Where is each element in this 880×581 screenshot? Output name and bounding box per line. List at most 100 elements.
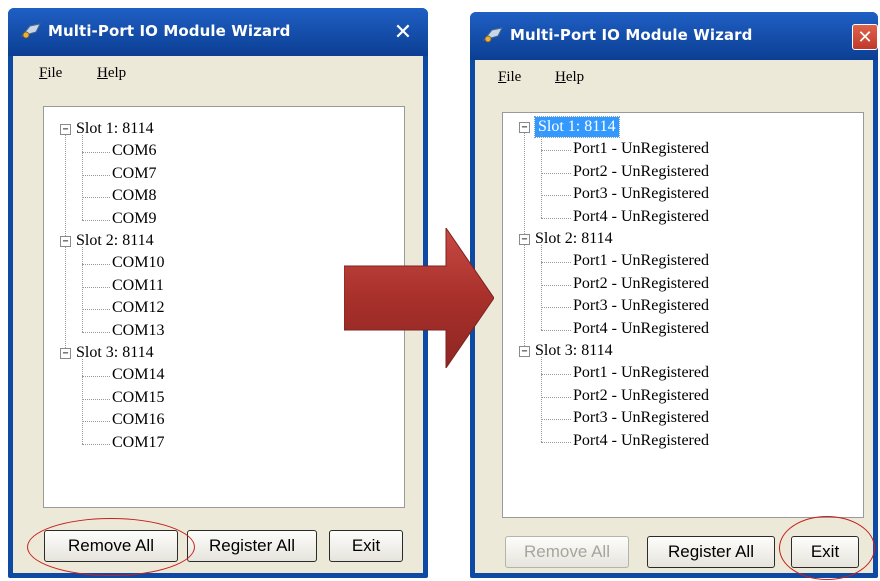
tree-connector bbox=[541, 396, 571, 398]
tree-port-item[interactable]: COM9 bbox=[112, 209, 156, 229]
tree-connector bbox=[65, 135, 66, 236]
tree-connector bbox=[82, 219, 110, 221]
collapse-icon[interactable]: − bbox=[60, 124, 71, 135]
wizard-app-icon bbox=[482, 27, 503, 43]
remove-all-button[interactable]: Remove All bbox=[505, 536, 629, 568]
collapse-icon[interactable]: − bbox=[519, 346, 530, 357]
tree-connector bbox=[65, 247, 66, 348]
window-title: Multi-Port IO Module Wizard bbox=[48, 22, 291, 40]
tree-connector bbox=[541, 419, 571, 421]
tree-slot-label[interactable]: Slot 3: 8114 bbox=[535, 341, 613, 361]
menu-help[interactable]: Help bbox=[97, 65, 126, 82]
tree-port-item[interactable]: COM15 bbox=[112, 388, 164, 408]
tree-connector bbox=[82, 174, 110, 176]
tree-connector bbox=[82, 152, 110, 154]
menu-file-rest: ile bbox=[47, 65, 63, 81]
collapse-icon[interactable]: − bbox=[60, 236, 71, 247]
tree-port-item[interactable]: Port2 - UnRegistered bbox=[573, 274, 709, 294]
tree-connector bbox=[82, 309, 110, 311]
menu-help-accel: H bbox=[97, 65, 108, 81]
tree-port-item[interactable]: COM10 bbox=[112, 253, 164, 273]
tree-slot-label[interactable]: Slot 3: 8114 bbox=[76, 343, 154, 363]
tree-port-item[interactable]: COM12 bbox=[112, 298, 164, 318]
tree-connector bbox=[524, 133, 525, 234]
tree-slot-label[interactable]: Slot 1: 8114 bbox=[534, 116, 620, 138]
title-bar: Multi-Port IO Module Wizard ✕ bbox=[8, 8, 428, 56]
tree-connector bbox=[82, 398, 110, 400]
tree-connector bbox=[541, 307, 571, 309]
tree-connector bbox=[541, 245, 542, 330]
tree-port-item[interactable]: Port3 - UnRegistered bbox=[573, 296, 709, 316]
exit-button[interactable]: Exit bbox=[329, 530, 403, 562]
tree-slot-label[interactable]: Slot 2: 8114 bbox=[535, 229, 613, 249]
window-title: Multi-Port IO Module Wizard bbox=[510, 26, 753, 44]
tree-port-item[interactable]: Port2 - UnRegistered bbox=[573, 162, 709, 182]
tree-port-item[interactable]: COM16 bbox=[112, 410, 164, 430]
tree-slot-label[interactable]: Slot 2: 8114 bbox=[76, 231, 154, 251]
tree-connector bbox=[541, 172, 571, 174]
menu-bar: File Help bbox=[13, 56, 423, 90]
tree-port-item[interactable]: Port4 - UnRegistered bbox=[573, 207, 709, 227]
menu-file-rest: ile bbox=[506, 69, 522, 85]
remove-all-button[interactable]: Remove All bbox=[44, 530, 178, 562]
tree-port-item[interactable]: COM14 bbox=[112, 365, 164, 385]
tree-port-item[interactable]: COM13 bbox=[112, 321, 164, 341]
close-icon[interactable]: ✕ bbox=[390, 20, 416, 45]
tree-connector bbox=[541, 284, 571, 286]
tree-connector bbox=[524, 245, 525, 346]
tree-connector bbox=[541, 150, 571, 152]
tree-port-item[interactable]: Port3 - UnRegistered bbox=[573, 408, 709, 428]
tree-connector bbox=[82, 359, 83, 444]
tree-connector bbox=[82, 197, 110, 199]
tree-connector bbox=[82, 421, 110, 423]
close-icon[interactable]: ✕ bbox=[852, 24, 878, 50]
tree-connector bbox=[541, 441, 571, 443]
register-all-button[interactable]: Register All bbox=[187, 530, 317, 562]
collapse-icon[interactable]: − bbox=[519, 122, 530, 133]
tree-port-item[interactable]: Port1 - UnRegistered bbox=[573, 139, 709, 159]
tree-port-item[interactable]: COM8 bbox=[112, 186, 156, 206]
tree-port-item[interactable]: COM6 bbox=[112, 141, 156, 161]
window-client: File Help − Slot 1: 8114 Port1 - UnRegiste… bbox=[475, 60, 875, 580]
exit-button[interactable]: Exit bbox=[791, 536, 859, 568]
collapse-icon[interactable]: − bbox=[60, 348, 71, 359]
tree-connector bbox=[541, 374, 571, 376]
menu-help-rest: elp bbox=[565, 69, 585, 85]
tree-connector bbox=[82, 286, 110, 288]
wizard-window-after: Multi-Port IO Module Wizard ✕ File Help … bbox=[470, 12, 878, 580]
menu-help-accel: H bbox=[555, 69, 566, 85]
tree-connector bbox=[541, 262, 571, 264]
tree-port-item[interactable]: Port1 - UnRegistered bbox=[573, 363, 709, 383]
tree-connector bbox=[82, 247, 83, 332]
tree-port-item[interactable]: Port2 - UnRegistered bbox=[573, 386, 709, 406]
menu-help[interactable]: Help bbox=[555, 69, 584, 86]
tree-port-item[interactable]: COM11 bbox=[112, 276, 164, 296]
menu-file[interactable]: File bbox=[498, 69, 521, 86]
tree-port-item[interactable]: Port3 - UnRegistered bbox=[573, 184, 709, 204]
menu-file[interactable]: File bbox=[39, 65, 62, 82]
tree-connector bbox=[541, 195, 571, 197]
tree-connector bbox=[82, 443, 110, 445]
tree-connector bbox=[541, 133, 542, 218]
right-arrow-icon bbox=[344, 228, 494, 368]
tree-slot-label[interactable]: Slot 1: 8114 bbox=[76, 119, 154, 139]
port-tree[interactable]: − Slot 1: 8114 Port1 - UnRegistered Port2 -… bbox=[502, 112, 864, 518]
tree-connector bbox=[541, 329, 571, 331]
tree-port-item[interactable]: COM17 bbox=[112, 433, 164, 453]
wizard-app-icon bbox=[20, 23, 41, 39]
tree-connector bbox=[82, 135, 83, 220]
menu-help-rest: elp bbox=[107, 65, 127, 81]
collapse-icon[interactable]: − bbox=[519, 234, 530, 245]
tree-connector bbox=[82, 376, 110, 378]
tree-connector bbox=[541, 357, 542, 442]
tree-port-item[interactable]: Port1 - UnRegistered bbox=[573, 251, 709, 271]
tree-connector bbox=[541, 217, 571, 219]
tree-port-item[interactable]: Port4 - UnRegistered bbox=[573, 431, 709, 451]
tree-connector bbox=[82, 264, 110, 266]
menu-bar: File Help bbox=[475, 60, 873, 94]
tree-port-item[interactable]: Port4 - UnRegistered bbox=[573, 319, 709, 339]
tree-port-item[interactable]: COM7 bbox=[112, 164, 156, 184]
tree-connector bbox=[82, 331, 110, 333]
register-all-button[interactable]: Register All bbox=[647, 536, 775, 568]
title-bar: Multi-Port IO Module Wizard ✕ bbox=[470, 12, 878, 60]
